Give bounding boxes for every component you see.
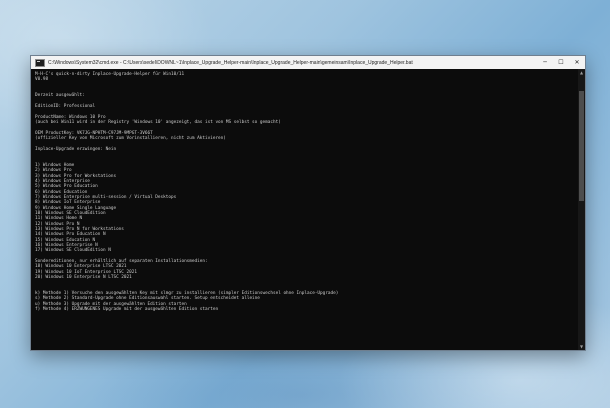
console-output[interactable]: M-H-C's quick-n-dirty Inplace-Upgrade-He…	[31, 69, 578, 350]
minimize-button[interactable]: ─	[537, 56, 553, 69]
scroll-up-arrow-icon[interactable]: ▲	[578, 69, 585, 76]
vertical-scrollbar[interactable]: ▲ ▼	[578, 69, 585, 350]
maximize-button[interactable]: ☐	[553, 56, 569, 69]
window-controls: ─ ☐ ✕	[537, 56, 585, 69]
console-line: f) Methode 4) ERZWUNGENES Upgrade mit de…	[35, 307, 219, 313]
scroll-down-arrow-icon[interactable]: ▼	[578, 343, 585, 350]
cmd-app-icon[interactable]	[35, 58, 45, 67]
window-title: C:\Windows\System32\cmd.exe - C:\Users\s…	[48, 59, 413, 66]
title-bar[interactable]: C:\Windows\System32\cmd.exe - C:\Users\s…	[31, 56, 585, 69]
close-button[interactable]: ✕	[569, 56, 585, 69]
scrollbar-thumb[interactable]	[579, 91, 584, 201]
cmd-window[interactable]: C:\Windows\System32\cmd.exe - C:\Users\s…	[30, 55, 586, 351]
